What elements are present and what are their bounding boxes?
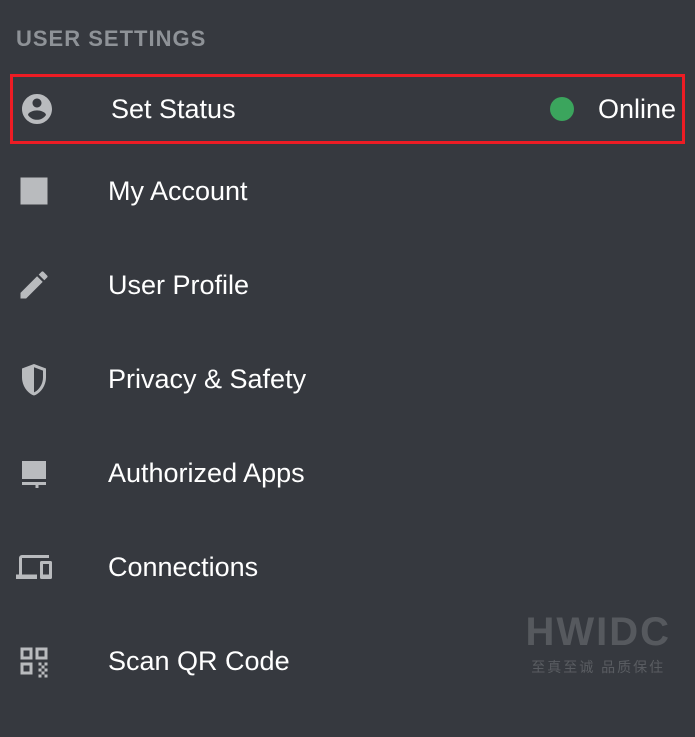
status-dot-icon [550,97,574,121]
settings-header-title: USER SETTINGS [16,26,679,52]
menu-item-connections[interactable]: Connections [0,520,695,614]
shield-icon [16,361,64,397]
settings-header: USER SETTINGS [0,0,695,74]
menu-item-scan-qr[interactable]: Scan QR Code [0,614,695,708]
pencil-icon [16,267,64,303]
qr-icon [16,643,64,679]
menu-label-my-account: My Account [108,176,679,207]
menu-label-connections: Connections [108,552,679,583]
devices-icon [16,549,64,585]
menu-label-user-profile: User Profile [108,270,679,301]
account-icon [16,173,64,209]
status-indicator: Online [550,94,676,125]
apps-icon [16,455,64,491]
menu-item-set-status[interactable]: Set Status Online [10,74,685,144]
menu-label-authorized-apps: Authorized Apps [108,458,679,489]
status-value: Online [598,94,676,125]
menu-item-privacy-safety[interactable]: Privacy & Safety [0,332,695,426]
settings-menu-list: Set Status Online My Account User Profil… [0,74,695,708]
menu-item-my-account[interactable]: My Account [0,144,695,238]
menu-item-authorized-apps[interactable]: Authorized Apps [0,426,695,520]
menu-label-scan-qr: Scan QR Code [108,646,679,677]
menu-item-user-profile[interactable]: User Profile [0,238,695,332]
status-icon [19,91,67,127]
menu-label-set-status: Set Status [111,94,550,125]
menu-label-privacy-safety: Privacy & Safety [108,364,679,395]
